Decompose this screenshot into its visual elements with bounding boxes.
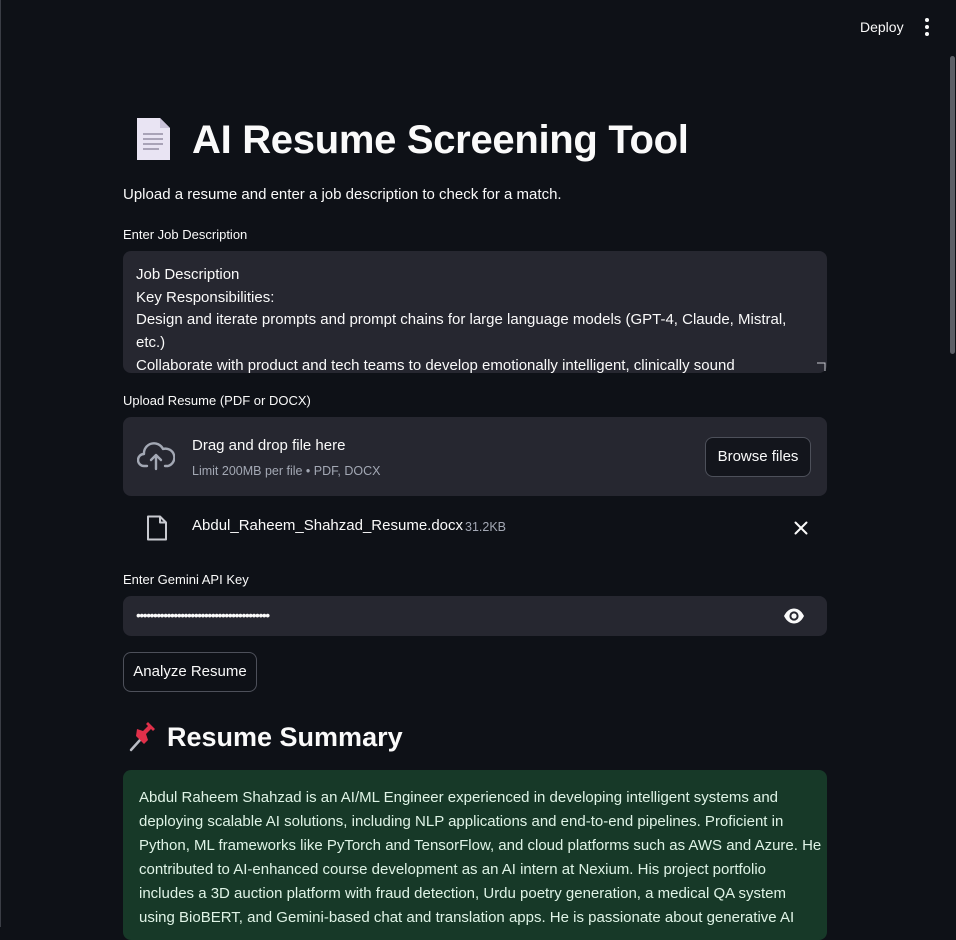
dropzone-limit: Limit 200MB per file • PDF, DOCX xyxy=(192,464,381,478)
page-title: AI Resume Screening Tool xyxy=(192,118,689,162)
summary-line: using BioBERT, and Gemini-based chat and… xyxy=(139,909,795,926)
close-icon[interactable] xyxy=(792,519,810,537)
file-icon xyxy=(147,515,167,541)
upload-label: Upload Resume (PDF or DOCX) xyxy=(123,393,311,408)
eye-icon[interactable] xyxy=(783,607,805,625)
textarea-line: Key Responsibilities: xyxy=(136,288,275,306)
page-subtitle: Upload a resume and enter a job descript… xyxy=(123,186,562,203)
api-key-input[interactable]: ••••••••••••••••••••••••••••••••••••••• xyxy=(123,596,827,636)
summary-line: Abdul Raheem Shahzad is an AI/ML Enginee… xyxy=(139,789,779,806)
resume-summary-box: Abdul Raheem Shahzad is an AI/ML Enginee… xyxy=(123,770,827,940)
cloud-upload-icon xyxy=(137,442,175,471)
api-key-label: Enter Gemini API Key xyxy=(123,572,249,587)
textarea-line: etc.) xyxy=(136,334,166,352)
resize-grip-icon[interactable] xyxy=(816,362,826,372)
summary-line: contributed to AI-enhanced course develo… xyxy=(139,861,767,878)
summary-line: Python, ML frameworks like PyTorch and T… xyxy=(139,837,822,854)
analyze-resume-button[interactable]: Analyze Resume xyxy=(123,652,257,692)
dropzone-title: Drag and drop file here xyxy=(192,437,346,454)
uploaded-file-name: Abdul_Raheem_Shahzad_Resume.docx xyxy=(192,517,464,534)
browse-files-button[interactable]: Browse files xyxy=(705,437,811,477)
textarea-line: Design and iterate prompts and prompt ch… xyxy=(136,311,787,329)
summary-line: deploying scalable AI solutions, includi… xyxy=(139,813,784,830)
app-left-border xyxy=(0,0,1,927)
job-description-label: Enter Job Description xyxy=(123,227,248,242)
api-key-value: ••••••••••••••••••••••••••••••••••••••• xyxy=(136,607,270,623)
document-icon xyxy=(137,118,170,160)
kebab-menu-icon[interactable] xyxy=(918,16,936,38)
deploy-button[interactable]: Deploy xyxy=(852,14,912,40)
textarea-line: Job Description xyxy=(136,266,240,283)
resume-summary-heading: Resume Summary xyxy=(167,722,403,752)
scrollbar-thumb[interactable] xyxy=(950,56,955,354)
uploaded-file-size: 31.2KB xyxy=(465,520,507,534)
summary-line: includes a 3D auction platform with frau… xyxy=(139,885,786,902)
job-description-textarea[interactable]: Job Description Key Responsibilities: De… xyxy=(123,251,827,373)
file-dropzone[interactable]: Drag and drop file here Limit 200MB per … xyxy=(123,417,827,496)
textarea-line: Collaborate with product and tech teams … xyxy=(136,356,735,373)
pushpin-icon xyxy=(129,722,155,752)
